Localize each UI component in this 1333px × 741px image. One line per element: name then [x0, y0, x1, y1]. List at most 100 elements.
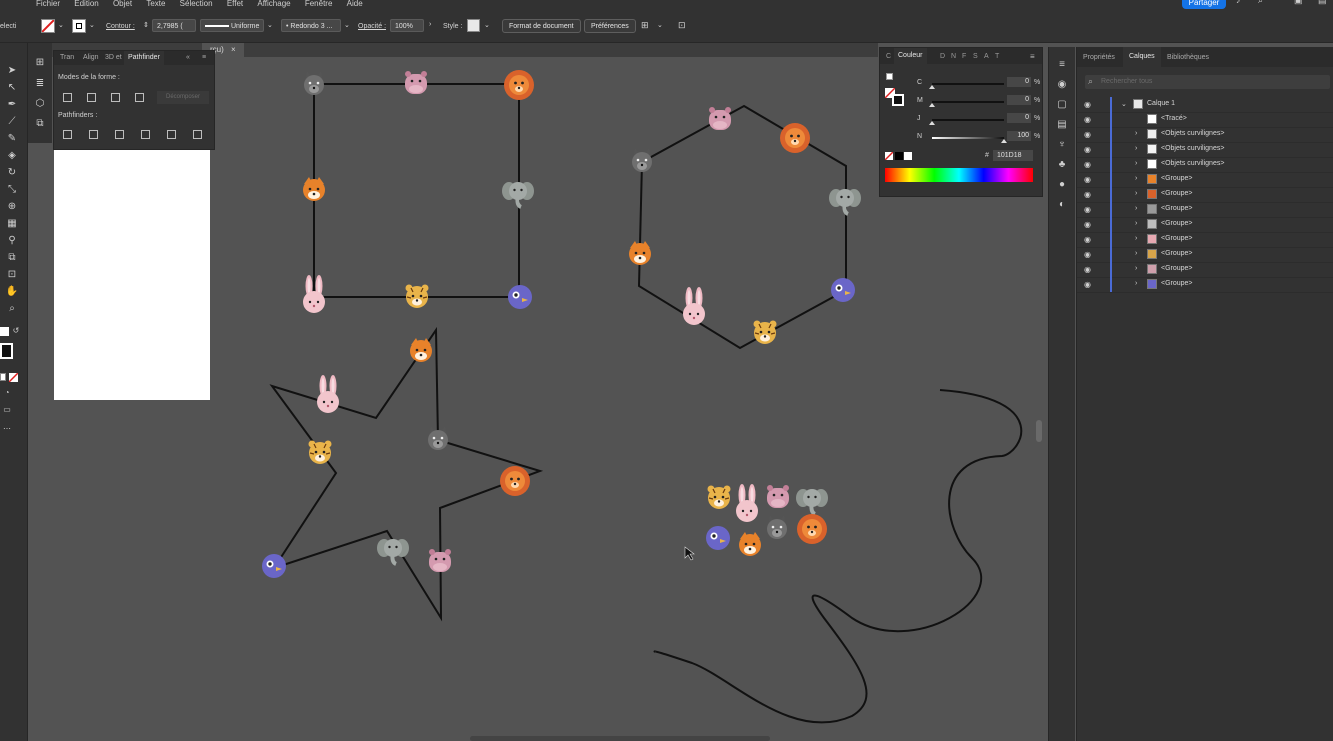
tab-3d[interactable]: 3D et — [105, 54, 122, 61]
stroke-width-field[interactable]: 2,7985 ( — [152, 19, 196, 32]
menu-window[interactable]: Fenêtre — [305, 0, 333, 8]
menu-object[interactable]: Objet — [113, 0, 132, 8]
channel-j-value[interactable]: 0 — [1007, 113, 1031, 123]
channel-m-value[interactable]: 0 — [1007, 95, 1031, 105]
bunny-icon[interactable] — [736, 484, 758, 522]
wolf-icon[interactable] — [767, 515, 787, 539]
visibility-eye-icon[interactable]: ◉ — [1084, 175, 1091, 184]
tiger-icon[interactable] — [404, 283, 430, 309]
hippo-icon[interactable] — [767, 485, 789, 508]
bird-icon[interactable] — [508, 285, 532, 309]
bunny-icon[interactable] — [683, 287, 705, 325]
fox-icon[interactable] — [303, 177, 325, 201]
fox-icon[interactable] — [629, 241, 651, 265]
window-icon[interactable]: ▣ — [1294, 0, 1303, 5]
menu-view[interactable]: Affichage — [257, 0, 290, 8]
channel-c-slider[interactable] — [932, 83, 1004, 85]
chevron-right-icon[interactable]: › — [1135, 190, 1137, 197]
pathfinder-panel-icon[interactable]: ⧉ — [33, 118, 47, 130]
layer-sublayer-row[interactable]: ◉ › <Groupe> — [1077, 232, 1333, 248]
lion-icon[interactable] — [504, 70, 534, 100]
tab-s[interactable]: S — [973, 53, 978, 60]
chevron-down-icon[interactable]: ⌄ — [1121, 100, 1127, 108]
curvature-icon[interactable]: ⟋ — [5, 116, 19, 128]
fill-swatch[interactable] — [41, 19, 55, 33]
divide-icon[interactable] — [63, 130, 72, 139]
intersect-icon[interactable] — [111, 93, 120, 102]
hand-icon[interactable]: ✋ — [5, 286, 19, 298]
visibility-eye-icon[interactable]: ◉ — [1084, 115, 1091, 124]
channel-c-value[interactable]: 0 — [1007, 77, 1031, 87]
chevron-down-icon[interactable]: ⌄ — [484, 21, 490, 29]
selection-icon[interactable]: ➤ — [5, 65, 19, 77]
elephant-icon[interactable] — [794, 487, 830, 516]
contour-label[interactable]: Contour : — [106, 23, 135, 30]
blend-icon[interactable]: ⧉ — [5, 252, 19, 264]
shape-builder-icon[interactable]: ⊕ — [5, 201, 19, 213]
layer-sublayer-row[interactable]: ◉ › <Objets curvilignes> — [1077, 142, 1333, 158]
trim-icon[interactable] — [89, 130, 98, 139]
appearance-icon[interactable]: ◐ — [1055, 199, 1069, 211]
panel-menu-icon[interactable]: ≡ — [1030, 52, 1035, 61]
graphic-styles-icon[interactable]: ● — [1055, 179, 1069, 191]
wolf-icon[interactable] — [632, 148, 652, 172]
color-mode-icon[interactable] — [0, 373, 6, 381]
bunny-icon[interactable] — [317, 375, 339, 413]
tab-pathfinder[interactable]: Pathfinder — [124, 51, 164, 65]
chevron-right-icon[interactable]: › — [1135, 235, 1137, 242]
hippo-icon[interactable] — [709, 107, 731, 130]
visibility-eye-icon[interactable]: ◉ — [1084, 235, 1091, 244]
layer-sublayer-row[interactable]: ◉ › <Groupe> — [1077, 277, 1333, 293]
layer-sublayer-row[interactable]: ◉ › <Groupe> — [1077, 172, 1333, 188]
layer-sublayer-row[interactable]: ◉ <Tracé> — [1077, 112, 1333, 128]
wolf-icon[interactable] — [304, 71, 324, 95]
zoom-icon[interactable]: ⌕ — [5, 303, 19, 315]
visibility-eye-icon[interactable]: ◉ — [1084, 250, 1091, 259]
elephant-icon[interactable] — [500, 180, 536, 209]
none-mode-icon[interactable] — [8, 372, 19, 383]
chevron-down-icon[interactable]: ⌄ — [89, 21, 95, 29]
artboard-icon[interactable]: ⊡ — [5, 269, 19, 281]
chevron-down-icon[interactable]: ⌄ — [344, 21, 350, 29]
vertical-scrollbar[interactable] — [1036, 420, 1042, 442]
tab-a[interactable]: A — [984, 53, 989, 60]
chevron-down-icon[interactable]: ⌄ — [267, 21, 273, 29]
symbols-icon[interactable]: ♣ — [1055, 159, 1069, 171]
draw-mode-icon[interactable]: ◔ — [0, 387, 14, 399]
brush-select[interactable]: • Redondo 3 ... — [281, 19, 341, 32]
tab-properties[interactable]: Propriétés — [1083, 54, 1115, 61]
rotate-icon[interactable]: ↻ — [5, 167, 19, 179]
menu-help[interactable]: Aide — [347, 0, 363, 8]
unite-icon[interactable] — [63, 93, 72, 102]
pen-icon[interactable]: ✒ — [5, 99, 19, 111]
chevron-right-icon[interactable]: › — [1135, 250, 1137, 257]
visibility-eye-icon[interactable]: ◉ — [1084, 160, 1091, 169]
search-icon[interactable]: ⌕ — [1258, 0, 1263, 5]
expand-button[interactable]: Décomposer — [157, 91, 209, 104]
visibility-eye-icon[interactable]: ◉ — [1084, 265, 1091, 274]
stroke-color-icon[interactable] — [0, 343, 13, 359]
eyedropper-icon[interactable]: ⚲ — [5, 235, 19, 247]
chevron-right-icon[interactable]: › — [1135, 145, 1137, 152]
stepper-icon[interactable]: ⇕ — [143, 21, 149, 29]
lion-icon[interactable] — [780, 123, 810, 153]
menu-effect[interactable]: Effet — [227, 0, 243, 8]
channel-j-slider[interactable] — [932, 119, 1004, 121]
chevron-right-icon[interactable]: › — [1135, 280, 1137, 287]
tab-align[interactable]: Align — [83, 54, 99, 61]
libraries-icon[interactable]: ◉ — [1055, 79, 1069, 91]
workspace-icon[interactable]: ▤ — [1318, 0, 1327, 5]
visibility-eye-icon[interactable]: ◉ — [1084, 280, 1091, 289]
channel-m-thumb[interactable] — [929, 103, 935, 107]
star-path[interactable] — [269, 326, 544, 622]
tab-d[interactable]: D — [940, 53, 945, 60]
visibility-eye-icon[interactable]: ◉ — [1084, 130, 1091, 139]
none-swatch[interactable] — [884, 151, 894, 161]
chevron-right-icon[interactable]: › — [1135, 205, 1137, 212]
chevron-right-icon[interactable]: › — [429, 21, 431, 28]
swap-icon[interactable]: ↺ — [9, 325, 23, 337]
chevron-right-icon[interactable]: › — [1135, 160, 1137, 167]
grid-icon[interactable]: ⊞ — [33, 57, 47, 69]
tiger-icon[interactable] — [307, 439, 333, 465]
elephant-icon[interactable] — [827, 187, 863, 216]
